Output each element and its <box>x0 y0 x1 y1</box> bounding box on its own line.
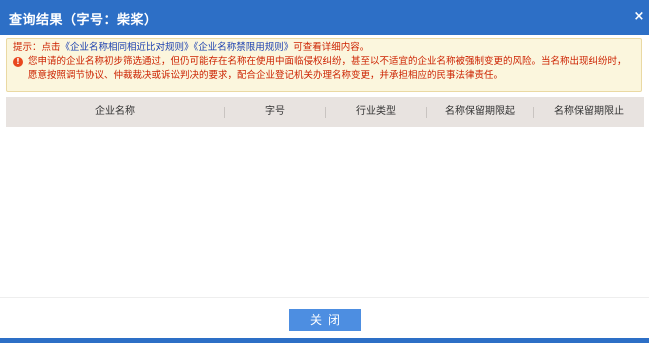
notice-prefix: 提示：点击 <box>13 42 61 53</box>
close-icon[interactable]: × <box>633 10 645 24</box>
dialog-title-bar: 查询结果（字号：柴桨） × <box>0 0 649 35</box>
notice-suffix: 可查看详细内容。 <box>293 42 370 53</box>
notice-box: 提示：点击《企业名称相同相近比对规则》《企业名称禁限用规则》可查看详细内容。 !… <box>6 38 642 92</box>
dialog-title: 查询结果（字号：柴桨） <box>9 13 158 28</box>
column-header-company-name: 企业名称 <box>95 106 135 117</box>
exclamation-circle-icon: ! <box>13 57 23 67</box>
notice-tip-line: 提示：点击《企业名称相同相近比对规则》《企业名称禁限用规则》可查看详细内容。 <box>13 41 635 55</box>
close-button[interactable]: 关闭 <box>289 309 361 331</box>
results-table-header: 企业名称 字号 行业类型 名称保留期限起 名称保留期限止 <box>6 97 644 127</box>
rule-link-prohibited-names[interactable]: 《企业名称禁限用规则》 <box>194 42 294 53</box>
column-header-reserve-end: 名称保留期限止 <box>554 106 624 117</box>
footer-divider <box>0 297 649 298</box>
column-header-trade-name: 字号 <box>265 106 285 117</box>
column-header-reserve-start: 名称保留期限起 <box>445 106 515 117</box>
rule-link-similar-names[interactable]: 《企业名称相同相近比对规则》 <box>61 42 194 53</box>
column-header-industry: 行业类型 <box>356 106 396 117</box>
notice-warning: ! 您申请的企业名称初步筛选通过，但仍可能存在名称在使用中面临侵权纠纷，甚至以不… <box>13 55 635 83</box>
notice-warning-text: 您申请的企业名称初步筛选通过，但仍可能存在名称在使用中面临侵权纠纷，甚至以不适宜… <box>28 56 627 81</box>
bottom-edge <box>0 338 649 343</box>
